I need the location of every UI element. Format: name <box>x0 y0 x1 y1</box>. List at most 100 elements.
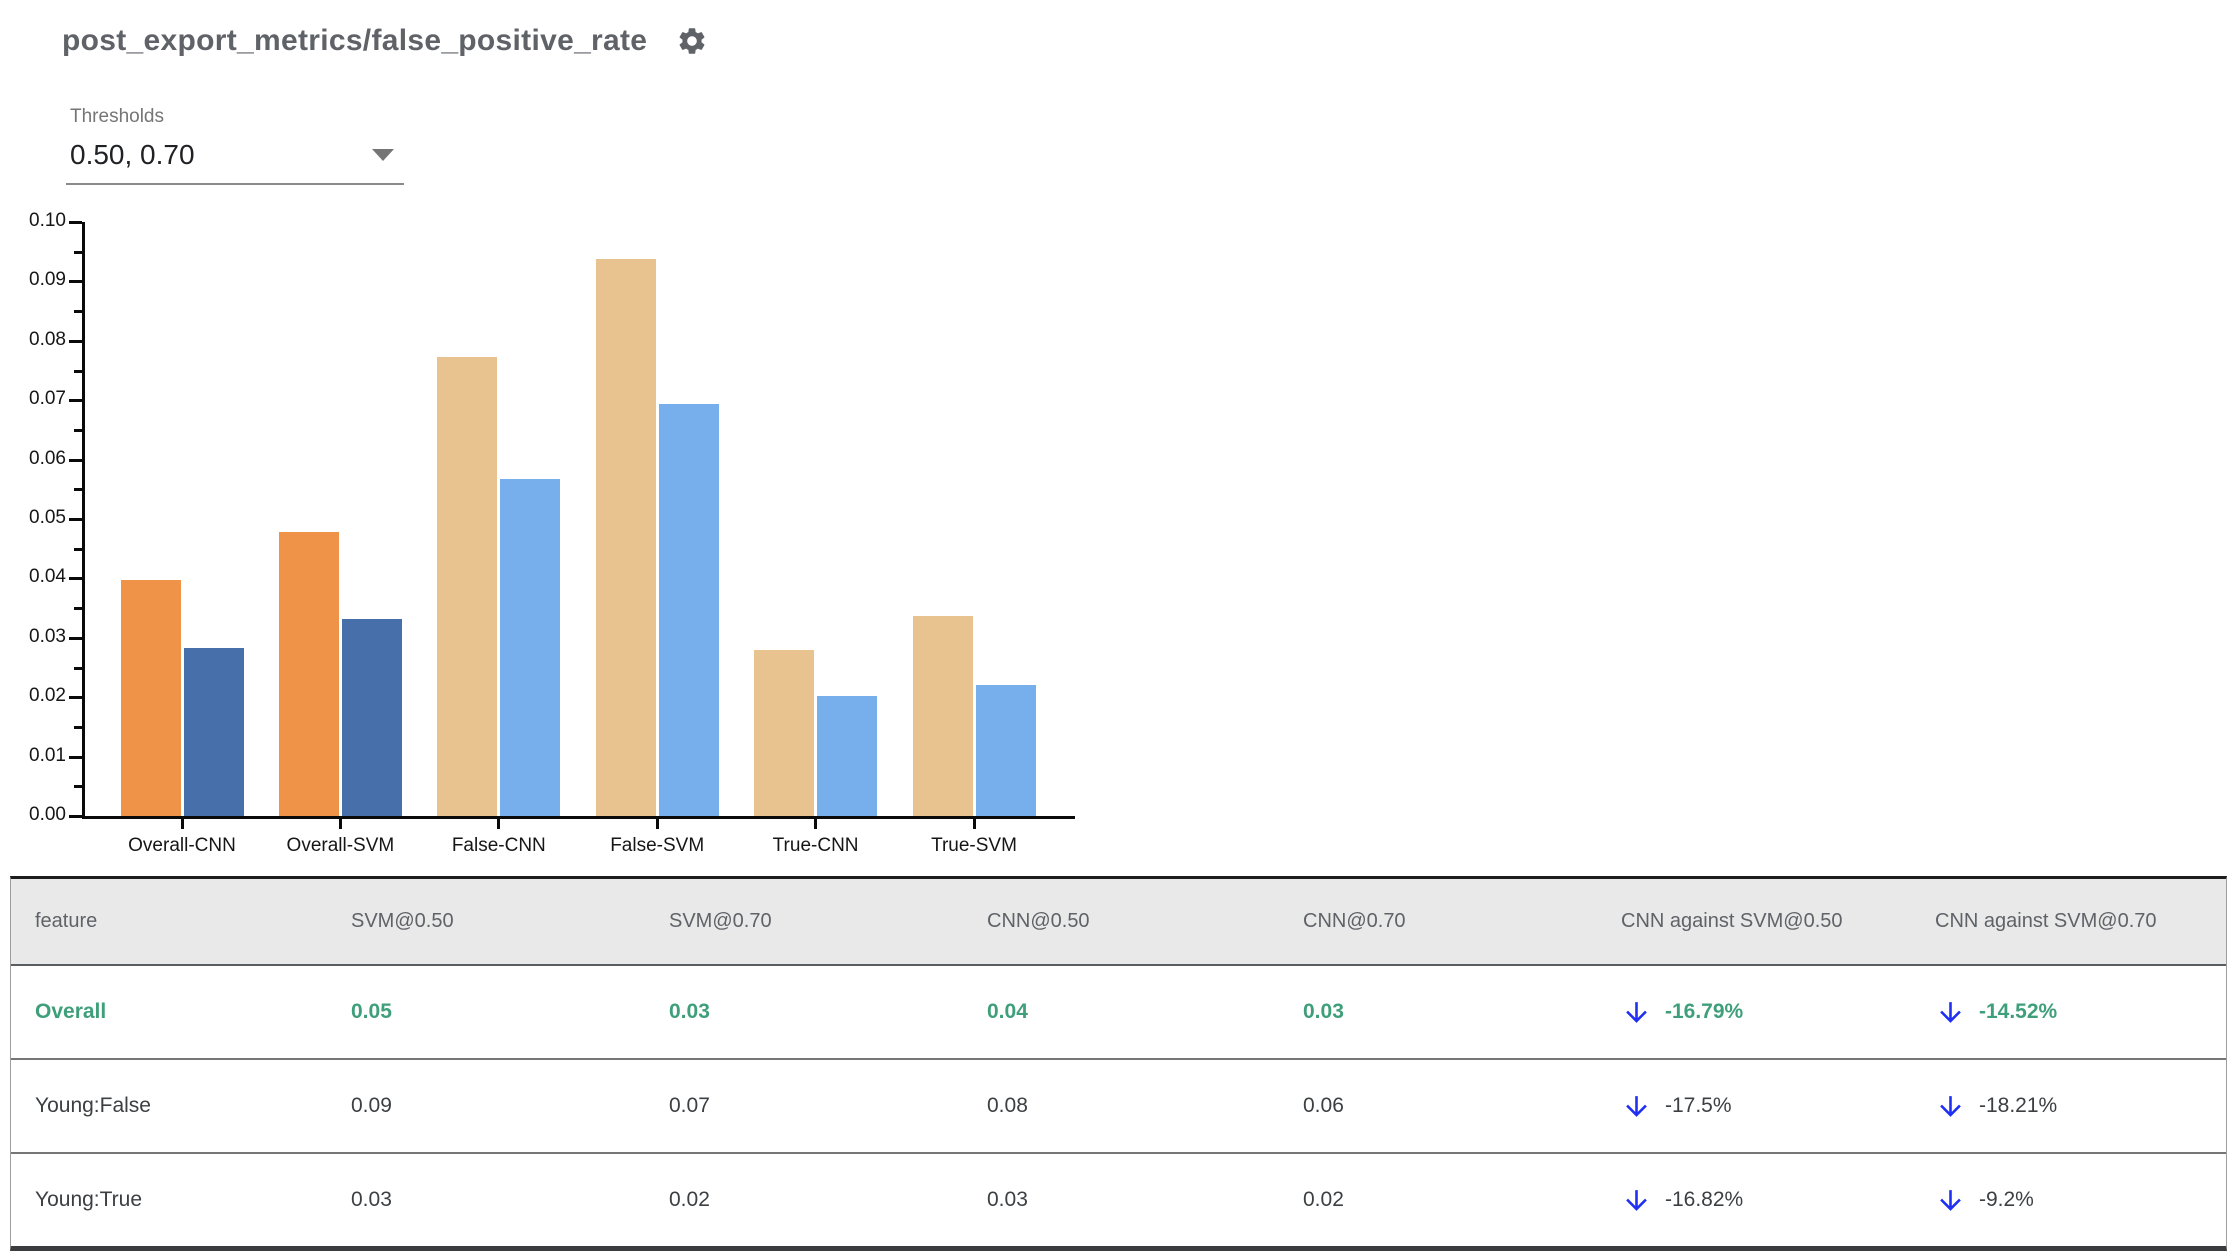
y-axis-tick-label: 0.05 <box>29 507 66 528</box>
y-axis-tick <box>69 399 82 403</box>
arrow-down-icon <box>1626 1001 1647 1023</box>
x-axis-tick <box>180 819 184 829</box>
x-axis-tick <box>972 819 976 829</box>
metric-value-cell: 0.08 <box>987 1094 1028 1117</box>
y-axis-tick <box>69 755 82 759</box>
y-axis-tick <box>69 339 82 343</box>
x-axis-tick <box>814 819 818 829</box>
metric-value-cell: 0.06 <box>1303 1094 1344 1117</box>
y-axis-tick-label: 0.10 <box>29 210 66 231</box>
metric-value-cell: 0.03 <box>351 1188 392 1211</box>
arrow-down-icon <box>1626 1095 1647 1117</box>
x-axis-tick <box>655 819 659 829</box>
column-header-cnn-050: CNN@0.50 <box>987 910 1090 932</box>
column-header-cnn-070: CNN@0.70 <box>1303 910 1406 932</box>
y-axis-tick <box>69 815 82 818</box>
delta-cell: -16.79% <box>1621 997 1935 1028</box>
bar-False-SVM-threshold-0.50[interactable] <box>595 259 656 816</box>
delta-value: -14.52% <box>1979 1000 2058 1023</box>
column-header-svm-070: SVM@0.70 <box>669 910 772 932</box>
bar-Overall-CNN-threshold-0.70[interactable] <box>183 648 244 816</box>
y-axis-tick-label: 0.01 <box>29 744 66 766</box>
x-axis-label: False-SVM <box>610 835 705 856</box>
bar-False-CNN-threshold-0.50[interactable] <box>437 357 498 816</box>
y-axis-tick <box>69 636 82 640</box>
y-axis-tick-label: 0.00 <box>29 804 66 825</box>
delta-cell: -14.52% <box>1935 997 2226 1028</box>
delta-cell: -18.21% <box>1935 1091 2226 1122</box>
bar-False-CNN-threshold-0.70[interactable] <box>500 479 561 816</box>
table-row-Overall[interactable]: Overall 0.05 0.03 0.04 0.03 -16.79% -14.52% <box>11 966 2226 1060</box>
metric-value-cell: 0.03 <box>1303 1000 1344 1023</box>
x-axis-label: True-SVM <box>931 835 1017 856</box>
feature-cell: Overall <box>35 1000 107 1023</box>
y-axis-tick-label: 0.07 <box>29 388 66 410</box>
metric-value-cell: 0.07 <box>669 1094 710 1117</box>
column-header-feature: feature <box>35 910 98 932</box>
delta-value: -18.21% <box>1979 1094 2058 1117</box>
metric-value-cell: 0.04 <box>987 1000 1028 1023</box>
delta-cell: -16.82% <box>1621 1185 1935 1216</box>
y-axis-tick-label: 0.08 <box>29 328 66 350</box>
y-axis-tick <box>69 221 82 224</box>
column-header-svm-050: SVM@0.50 <box>351 910 454 932</box>
bar-Overall-SVM-threshold-0.50[interactable] <box>278 532 339 816</box>
thresholds-label: Thresholds <box>70 106 164 127</box>
thresholds-value: 0.50, 0.70 <box>70 139 195 170</box>
delta-value: -16.79% <box>1665 1000 1744 1023</box>
y-axis-tick-label: 0.04 <box>29 566 66 588</box>
thresholds-control: Thresholds 0.50, 0.70 <box>66 106 404 185</box>
column-header-cnn-vs-svm-070: CNN against SVM@0.70 <box>1935 910 2157 932</box>
table-body: Overall 0.05 0.03 0.04 0.03 -16.79% -14.52% You… <box>11 966 2226 1246</box>
x-axis-label: Overall-SVM <box>286 835 395 856</box>
y-axis-tick-label: 0.03 <box>29 625 66 647</box>
feature-cell: Young:True <box>35 1188 143 1211</box>
y-axis-tick <box>69 458 82 462</box>
settings-button[interactable] <box>675 24 709 58</box>
delta-value: -16.82% <box>1665 1188 1744 1211</box>
bar-Overall-SVM-threshold-0.70[interactable] <box>341 619 402 816</box>
y-axis-tick-label: 0.02 <box>29 685 66 707</box>
thresholds-dropdown[interactable]: 0.50, 0.70 <box>66 133 404 185</box>
delta-value: -17.5% <box>1665 1094 1732 1117</box>
y-axis-tick <box>74 488 82 492</box>
bar-True-SVM-threshold-0.70[interactable] <box>975 685 1036 816</box>
page-title: post_export_metrics/false_positive_rate <box>62 24 648 57</box>
delta-value: -9.2% <box>1979 1188 2034 1211</box>
y-axis-tick-label: 0.06 <box>29 447 66 469</box>
y-axis-tick <box>74 547 82 551</box>
delta-cell: -17.5% <box>1621 1091 1935 1122</box>
y-axis-tick <box>74 310 82 314</box>
x-axis-label: False-CNN <box>451 835 546 856</box>
table-row-Young:True[interactable]: Young:True 0.03 0.02 0.03 0.02 -16.82% -9.2% <box>11 1154 2226 1246</box>
delta-cell: -9.2% <box>1935 1185 2226 1216</box>
bar-True-CNN-threshold-0.50[interactable] <box>754 650 815 816</box>
table-row-Young:False[interactable]: Young:False 0.09 0.07 0.08 0.06 -17.5% -18.21% <box>11 1060 2226 1154</box>
bar-Overall-CNN-threshold-0.50[interactable] <box>120 580 181 816</box>
settings-icon <box>679 28 705 54</box>
metric-value-cell: 0.02 <box>1303 1188 1344 1211</box>
y-axis-tick <box>74 607 82 611</box>
x-axis-label: True-CNN <box>772 835 859 856</box>
column-header-cnn-vs-svm-050: CNN against SVM@0.50 <box>1621 910 1843 932</box>
false-positive-rate-bar-chart: 0.00 0.01 0.02 0.03 0.04 0.05 0.06 0.07 0.08 0.09… <box>0 200 1130 870</box>
x-axis-tick <box>497 819 501 829</box>
y-axis-tick <box>74 725 82 729</box>
y-axis-tick-label: 0.09 <box>29 269 66 291</box>
bar-True-CNN-threshold-0.70[interactable] <box>817 696 878 816</box>
feature-cell: Young:False <box>35 1094 151 1117</box>
bar-True-SVM-threshold-0.50[interactable] <box>912 616 973 816</box>
arrow-down-icon <box>1940 1095 1961 1117</box>
x-axis-line <box>82 816 1075 819</box>
metric-value-cell: 0.09 <box>351 1094 392 1117</box>
y-axis-tick <box>74 666 82 670</box>
metrics-table: feature SVM@0.50 SVM@0.70 CNN@0.50 CNN@0… <box>10 876 2227 1251</box>
y-axis-tick <box>74 250 82 254</box>
arrow-down-icon <box>1626 1189 1647 1211</box>
y-axis-tick <box>69 696 82 700</box>
metric-value-cell: 0.02 <box>669 1188 710 1211</box>
x-axis-tick <box>338 819 342 829</box>
bar-False-SVM-threshold-0.70[interactable] <box>658 404 719 816</box>
y-axis-tick <box>69 577 82 581</box>
metric-panel-header: post_export_metrics/false_positive_rate <box>62 24 709 58</box>
